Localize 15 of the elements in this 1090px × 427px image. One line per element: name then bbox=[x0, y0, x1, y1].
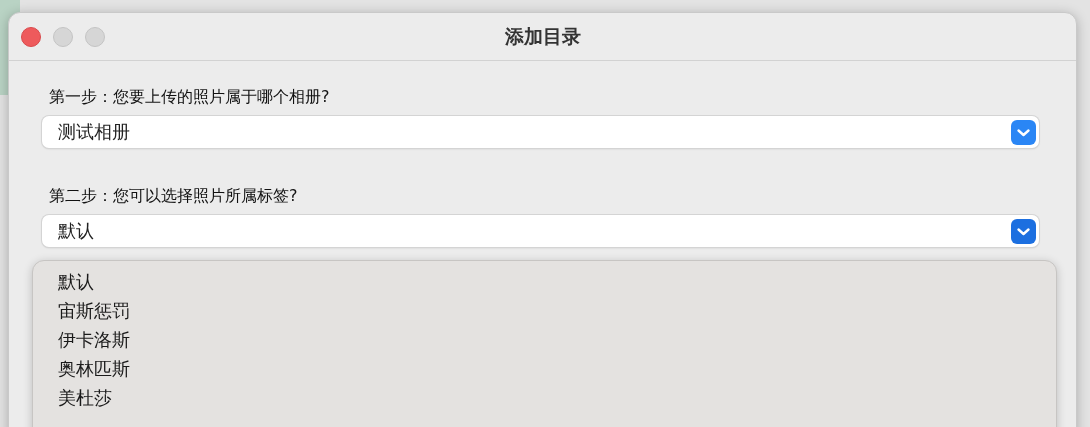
window-title: 添加目录 bbox=[504, 23, 581, 49]
select-field[interactable]: 测试相册 bbox=[42, 116, 1039, 148]
close-button[interactable] bbox=[21, 26, 41, 47]
menu-item[interactable]: 默认 bbox=[58, 267, 1056, 296]
step-label: 第二步：您可以选择照片所属标签? bbox=[49, 186, 299, 207]
menu-item[interactable]: 美杜莎 bbox=[58, 383, 1056, 412]
zoom-button[interactable] bbox=[85, 26, 105, 47]
menu-item[interactable]: 伊卡洛斯 bbox=[58, 325, 1056, 354]
step-label: 第一步：您要上传的照片属于哪个相册? bbox=[49, 87, 331, 108]
select-field[interactable]: 默认 bbox=[42, 215, 1039, 247]
menu-item[interactable]: 奥林匹斯 bbox=[58, 354, 1056, 383]
menu-item[interactable]: 宙斯惩罚 bbox=[58, 296, 1056, 325]
minimize-button[interactable] bbox=[53, 26, 73, 47]
chevron-icon bbox=[1011, 218, 1036, 244]
chevron-icon bbox=[1011, 119, 1036, 145]
